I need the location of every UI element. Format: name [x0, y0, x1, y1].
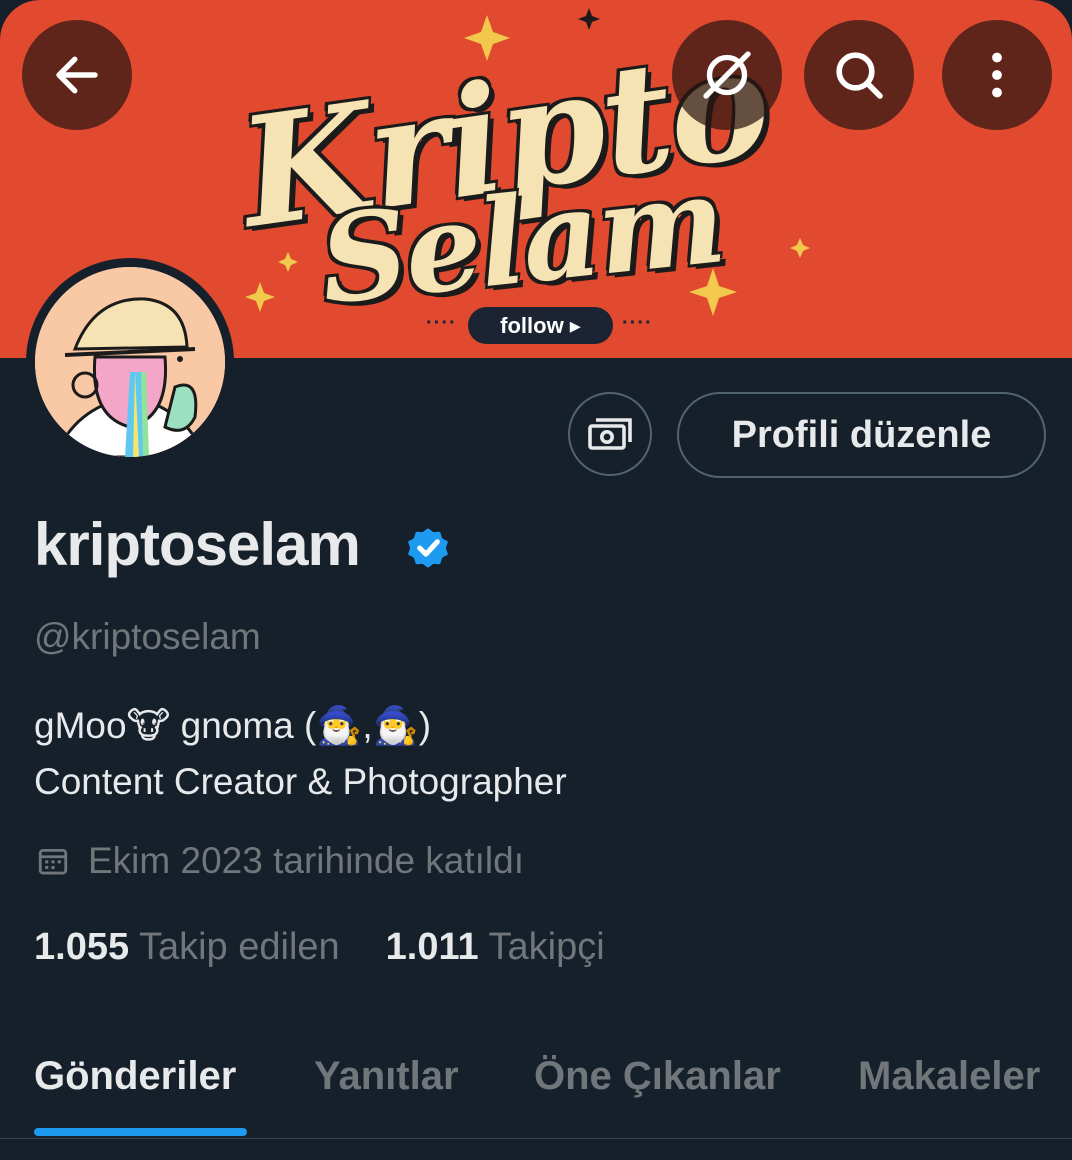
money-icon — [588, 418, 632, 450]
calendar-icon — [38, 848, 68, 875]
verified-badge-icon[interactable] — [403, 523, 453, 573]
follow-stats: 1.055 Takip edilen 1.011 Takipçi — [34, 926, 605, 969]
banner-dots-left: ···· — [426, 312, 457, 334]
tab-articles[interactable]: Makaleler — [858, 1054, 1040, 1099]
search-icon — [836, 52, 883, 99]
edit-profile-button[interactable]: Profili düzenle — [677, 392, 1046, 478]
search-button[interactable] — [804, 20, 914, 130]
following-label: Takip edilen — [138, 926, 340, 968]
banner-dots-right: ···· — [622, 312, 653, 334]
profile-avatar[interactable] — [26, 258, 234, 466]
following-count: 1.055 — [34, 926, 130, 968]
active-tab-indicator — [34, 1128, 247, 1136]
tip-button[interactable] — [568, 392, 652, 476]
bio-line-2: Content Creator & Photographer — [34, 761, 567, 802]
tab-posts[interactable]: Gönderiler — [34, 1054, 236, 1099]
display-name: kriptoselam — [34, 511, 361, 578]
profile-tabs: Gönderiler Yanıtlar Öne Çıkanlar Makalel… — [0, 1040, 1072, 1140]
banner-follow-label: follow ▸ — [500, 312, 581, 338]
bio-line-1: gMoo🐮 gnoma (🧙‍♂️,🧙‍♂️) — [34, 705, 432, 746]
joined-date: Ekim 2023 tarihinde katıldı — [88, 840, 525, 881]
following-link[interactable]: 1.055 Takip edilen — [34, 926, 340, 969]
back-arrow-icon — [56, 56, 98, 94]
followers-count: 1.011 — [385, 926, 479, 968]
user-handle: @kriptoselam — [34, 616, 261, 657]
more-button[interactable] — [942, 20, 1052, 130]
followers-label: Takipçi — [488, 926, 605, 968]
grok-icon — [703, 51, 751, 99]
banner-follow-pill: follow ▸ — [468, 307, 613, 344]
more-vertical-icon — [992, 52, 1002, 98]
avatar-image — [35, 267, 225, 457]
tab-highlights[interactable]: Öne Çıkanlar — [534, 1054, 781, 1099]
profile-bio: gMoo🐮 gnoma (🧙‍♂️,🧙‍♂️) Content Creator … — [34, 698, 567, 810]
back-button[interactable] — [22, 20, 132, 130]
avatar-illustration — [35, 267, 225, 457]
tab-replies[interactable]: Yanıtlar — [314, 1054, 459, 1099]
joined-date-row: Ekim 2023 tarihinde katıldı — [36, 840, 524, 882]
tabs-divider — [0, 1138, 1072, 1139]
followers-link[interactable]: 1.011 Takipçi — [386, 926, 605, 969]
grok-button[interactable] — [672, 20, 782, 130]
